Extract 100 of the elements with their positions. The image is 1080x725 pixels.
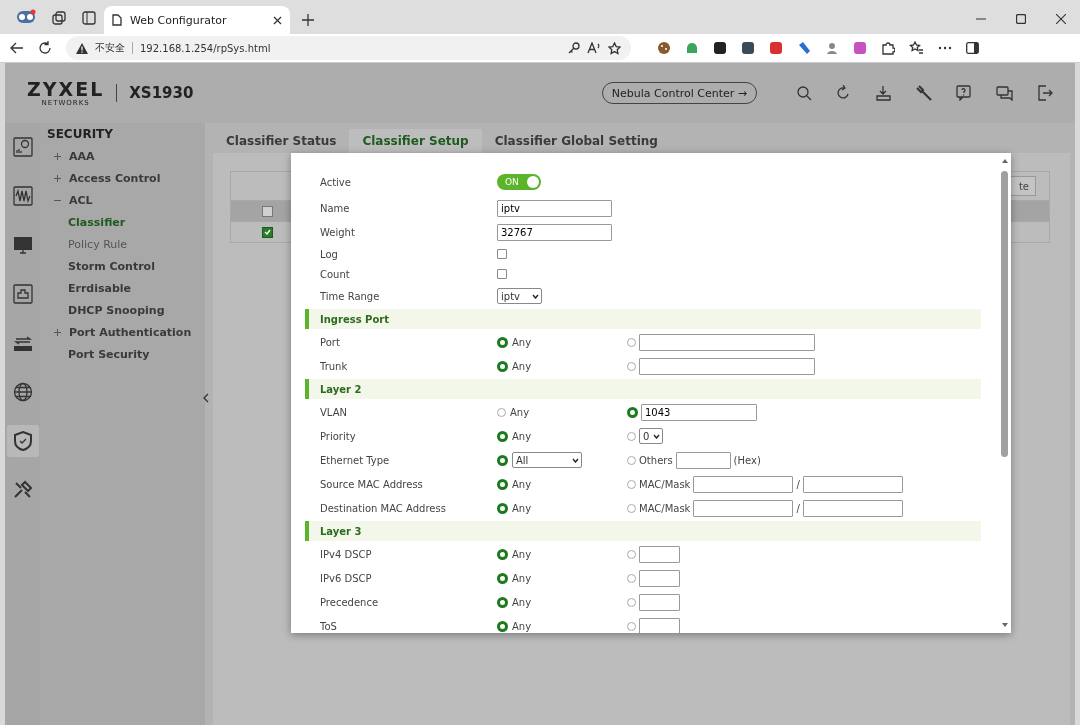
search-icon[interactable] xyxy=(797,85,812,101)
input-field[interactable] xyxy=(693,499,794,517)
nav-item[interactable]: Policy Rule xyxy=(47,233,205,255)
key-icon[interactable] xyxy=(568,42,580,54)
option-label: Any xyxy=(512,430,532,442)
extension-icon[interactable] xyxy=(713,41,727,55)
puzzle-icon[interactable] xyxy=(881,41,895,55)
star-icon[interactable] xyxy=(608,41,621,55)
input-field[interactable] xyxy=(639,545,680,563)
tab-actions-icon[interactable] xyxy=(82,11,96,25)
option-label: Any xyxy=(512,620,532,632)
model-name: XS1930 xyxy=(129,84,194,102)
nav-item[interactable]: Port Security xyxy=(47,343,205,365)
nav-label: AAA xyxy=(69,149,95,163)
checkbox[interactable] xyxy=(262,205,273,217)
radio-button[interactable] xyxy=(497,548,508,560)
browser-tab[interactable]: Web Configurator xyxy=(104,6,290,34)
favorites-icon[interactable] xyxy=(909,41,924,55)
input-field[interactable]: 1043 xyxy=(641,403,757,421)
option-label: Any xyxy=(512,572,532,584)
new-tab-icon[interactable] xyxy=(302,14,314,26)
scroll-down-icon[interactable] xyxy=(1001,622,1009,628)
nav-item[interactable]: Access Control xyxy=(47,167,205,189)
radio-button[interactable] xyxy=(497,572,508,584)
workspaces-icon[interactable] xyxy=(52,11,66,25)
field-label: Destination MAC Address xyxy=(320,502,447,514)
option-label: Any xyxy=(512,360,532,372)
input-field[interactable] xyxy=(639,357,815,375)
field-label: VLAN xyxy=(320,406,348,418)
more-icon[interactable] xyxy=(938,46,952,50)
input-field[interactable] xyxy=(639,593,680,611)
checkbox[interactable] xyxy=(497,269,507,279)
wrench-icon[interactable] xyxy=(916,85,932,101)
input-field[interactable] xyxy=(639,617,680,633)
reload-icon[interactable] xyxy=(38,41,52,55)
collapse-icon[interactable] xyxy=(203,393,209,403)
shield-icon[interactable] xyxy=(6,425,39,457)
radio-button[interactable] xyxy=(497,454,508,466)
logout-icon[interactable] xyxy=(1037,85,1053,101)
checkbox[interactable] xyxy=(497,249,507,259)
dropdown[interactable]: All xyxy=(512,452,582,468)
field-label: Source MAC Address xyxy=(320,478,424,490)
brand-logo: ZYXEL xyxy=(27,79,105,99)
extension-icon[interactable] xyxy=(741,41,755,55)
input-field[interactable] xyxy=(639,333,815,351)
nav-item[interactable]: AAA xyxy=(47,145,205,167)
refresh-icon[interactable] xyxy=(836,85,851,101)
close-icon[interactable] xyxy=(1056,14,1066,24)
checkbox[interactable] xyxy=(262,226,273,238)
read-aloud-icon[interactable] xyxy=(587,42,601,54)
radio-button[interactable] xyxy=(497,430,508,442)
tab[interactable]: Classifier Global Setting xyxy=(481,129,671,153)
field-label: Priority xyxy=(320,430,357,442)
caret-icon xyxy=(653,433,660,439)
radio-button[interactable] xyxy=(497,478,508,490)
maximize-icon[interactable] xyxy=(1016,14,1026,24)
address-field[interactable]: 不安全 192.168.1.254/rpSys.html xyxy=(66,36,631,60)
option-label: Any xyxy=(512,596,532,608)
nav-label: Port Authentication xyxy=(69,325,192,339)
caret-icon xyxy=(572,457,579,463)
nav-item[interactable]: Errdisable xyxy=(47,277,205,299)
dropdown[interactable]: 0 xyxy=(639,428,663,444)
plus-icon[interactable] xyxy=(54,174,61,182)
input-field[interactable]: iptv xyxy=(497,199,612,217)
download-icon[interactable] xyxy=(875,85,892,101)
scrollbar-thumb[interactable] xyxy=(1001,171,1008,457)
back-icon[interactable] xyxy=(10,42,24,54)
nav-item[interactable]: ACL xyxy=(47,189,205,211)
input-field[interactable] xyxy=(693,475,794,493)
section-title: Layer 3 xyxy=(320,525,362,537)
input-field[interactable] xyxy=(802,475,903,493)
scroll-up-icon[interactable] xyxy=(1001,158,1009,164)
nav-item[interactable]: Port Authentication xyxy=(47,321,205,343)
option-label: / xyxy=(796,502,800,514)
input-field[interactable] xyxy=(675,451,731,469)
tab[interactable]: Classifier Status xyxy=(213,129,350,153)
radio-button[interactable] xyxy=(627,406,638,418)
input-field[interactable] xyxy=(802,499,903,517)
nav-item[interactable]: Classifier xyxy=(47,211,205,233)
dropdown[interactable]: iptv xyxy=(497,288,542,304)
close-icon[interactable] xyxy=(273,15,282,25)
tab[interactable]: Classifier Setup xyxy=(349,129,482,153)
sidebar-icon[interactable] xyxy=(966,42,979,54)
radio-button[interactable] xyxy=(497,502,508,514)
radio-button[interactable] xyxy=(497,360,508,372)
chat-icon[interactable] xyxy=(996,85,1013,101)
field-label: Count xyxy=(320,268,351,280)
nav-item[interactable]: DHCP Snooping xyxy=(47,299,205,321)
radio-button[interactable] xyxy=(497,596,508,608)
radio-button[interactable] xyxy=(497,620,508,632)
radio-button[interactable] xyxy=(497,336,508,348)
input-field[interactable] xyxy=(639,569,680,587)
nav-label: Access Control xyxy=(69,171,161,185)
nav-item[interactable]: Storm Control xyxy=(47,255,205,277)
field-label: Precedence xyxy=(320,596,380,608)
input-field[interactable]: 32767 xyxy=(497,223,612,241)
plus-icon[interactable] xyxy=(54,328,61,336)
help-icon[interactable] xyxy=(956,85,972,101)
plus-icon[interactable] xyxy=(54,152,61,160)
profile-icon[interactable] xyxy=(16,9,36,25)
